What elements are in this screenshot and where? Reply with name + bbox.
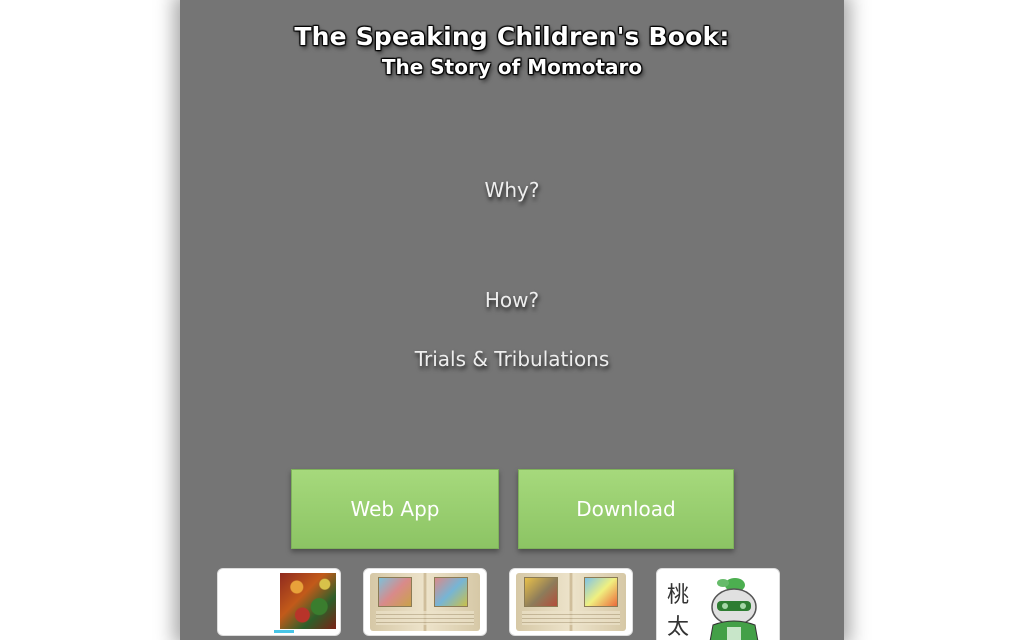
open-book-illustration (516, 573, 626, 631)
kanji-momo: 桃 (667, 583, 690, 608)
kanji-ta: 太 (667, 615, 690, 640)
book-picture-left (378, 577, 412, 607)
book-picture-right (434, 577, 468, 607)
open-book-illustration (370, 573, 480, 631)
screenshot-thumbnail-book-page-1[interactable] (363, 568, 487, 636)
book-picture-right (584, 577, 618, 607)
screenshot-thumbnail-book-page-2[interactable] (509, 568, 633, 636)
page-subtitle: The Story of Momotaro (381, 55, 643, 79)
thumbnail-caption-mark (274, 630, 294, 633)
book-text-lines (376, 611, 474, 625)
screenshot-thumbnail-festival[interactable] (217, 568, 341, 636)
book-text-lines (522, 611, 620, 625)
book-picture-left (524, 577, 558, 607)
download-button[interactable]: Download (518, 469, 734, 549)
robot-character-icon (709, 578, 759, 640)
how-link[interactable]: How? (180, 288, 844, 312)
main-panel: The Speaking Children's Book: The Story … (180, 0, 844, 640)
festival-illustration (280, 573, 336, 629)
web-app-button[interactable]: Web App (291, 469, 499, 549)
trials-link[interactable]: Trials & Tribulations (180, 347, 844, 371)
page-title: The Speaking Children's Book: (294, 22, 730, 51)
screenshot-thumbnail-character[interactable]: 桃 太 (656, 568, 780, 640)
why-link[interactable]: Why? (180, 178, 844, 202)
